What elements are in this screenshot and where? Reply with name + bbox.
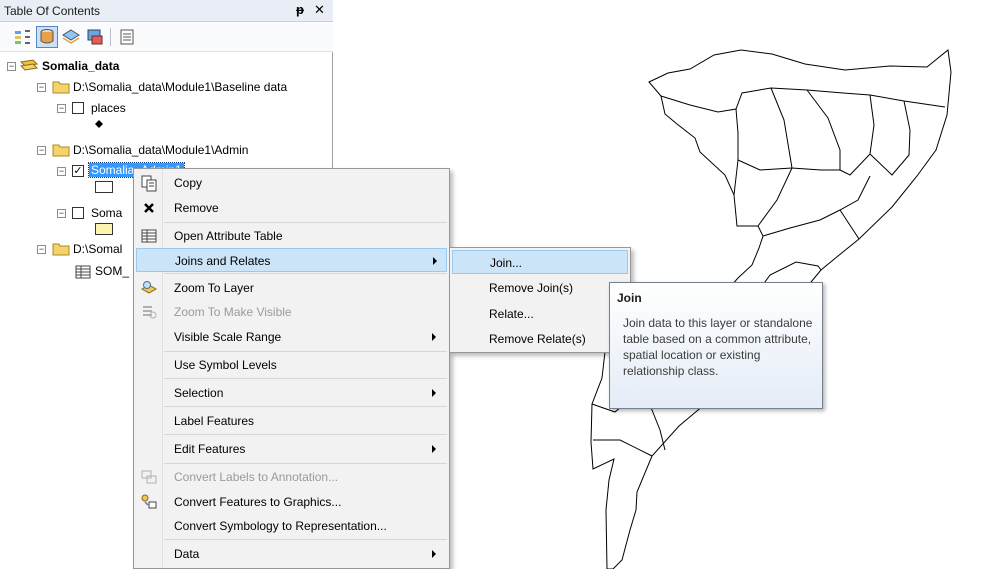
submenu-item-join[interactable]: Join... xyxy=(452,250,628,274)
menu-separator xyxy=(164,406,447,407)
push-pin-icon[interactable]: ᵽ xyxy=(296,2,304,17)
submenu-arrow-icon xyxy=(433,257,437,265)
menu-separator xyxy=(164,463,447,464)
layer-visibility-checkbox[interactable]: ✓ xyxy=(72,165,84,177)
layer-context-menu: Copy Remove Open Attribute Table Joins a… xyxy=(133,168,450,569)
menu-item-label: Edit Features xyxy=(174,442,246,456)
attribute-table-icon xyxy=(141,229,157,243)
toc-toolbar xyxy=(0,22,333,52)
convert-features-icon xyxy=(141,494,157,509)
submenu-arrow-icon xyxy=(432,445,436,453)
menu-item-label: Convert Features to Graphics... xyxy=(174,495,342,509)
list-by-visibility-icon[interactable] xyxy=(60,26,82,48)
toolbar-separator xyxy=(110,28,111,46)
collapse-toggle[interactable]: − xyxy=(37,146,46,155)
menu-item-label: Open Attribute Table xyxy=(174,229,283,243)
submenu-item-label: Remove Relate(s) xyxy=(489,332,586,346)
menu-item-label: Convert Labels to Annotation... xyxy=(174,470,339,484)
menu-item-label: Convert Symbology to Representation... xyxy=(174,519,387,533)
menu-separator xyxy=(164,222,447,223)
zoom-to-make-visible-icon xyxy=(143,306,157,319)
folder-icon xyxy=(52,81,70,94)
collapse-toggle[interactable]: − xyxy=(57,167,66,176)
menu-item-label: Joins and Relates xyxy=(175,254,271,268)
menu-item-convert-symbology-to-representation[interactable]: Convert Symbology to Representation... xyxy=(136,514,447,538)
submenu-item-label: Relate... xyxy=(489,307,534,321)
layer-visibility-checkbox[interactable] xyxy=(72,102,84,114)
close-icon[interactable]: ✕ xyxy=(314,2,325,18)
menu-item-copy[interactable]: Copy xyxy=(136,171,447,195)
layer-visibility-checkbox[interactable] xyxy=(72,207,84,219)
menu-item-visible-scale-range[interactable]: Visible Scale Range xyxy=(136,325,447,349)
convert-labels-icon xyxy=(141,470,157,484)
join-tooltip: Join Join data to this layer or standalo… xyxy=(609,282,823,409)
collapse-toggle[interactable]: − xyxy=(57,209,66,218)
toc-title: Table Of Contents xyxy=(4,4,101,18)
menu-item-remove[interactable]: Remove xyxy=(136,196,447,220)
menu-item-zoom-to-layer[interactable]: Zoom To Layer xyxy=(136,276,447,300)
tooltip-body: Join data to this layer or standalone ta… xyxy=(623,316,813,378)
submenu-item-label: Join... xyxy=(490,256,523,270)
menu-item-convert-features-to-graphics[interactable]: Convert Features to Graphics... xyxy=(136,490,447,514)
folder-path-label[interactable]: D:\Somalia_data\Module1\Admin xyxy=(73,143,248,157)
table-label[interactable]: SOM_ xyxy=(95,264,129,278)
menu-item-label: Label Features xyxy=(174,414,255,428)
menu-item-selection[interactable]: Selection xyxy=(136,381,447,405)
collapse-toggle[interactable]: − xyxy=(37,83,46,92)
submenu-item-relate[interactable]: Relate... xyxy=(452,302,628,326)
submenu-arrow-icon xyxy=(432,389,436,397)
menu-item-label: Selection xyxy=(174,386,224,400)
layer-label-places[interactable]: places xyxy=(91,101,126,115)
menu-item-label-features[interactable]: Label Features xyxy=(136,409,447,433)
options-icon[interactable] xyxy=(116,26,138,48)
polygon-symbol-icon xyxy=(95,223,113,235)
menu-item-data[interactable]: Data xyxy=(136,542,447,566)
tooltip-title: Join xyxy=(617,291,642,305)
folder-path-label[interactable]: D:\Somalia_data\Module1\Baseline data xyxy=(73,80,331,94)
submenu-item-remove-relates[interactable]: Remove Relate(s) xyxy=(452,327,628,351)
layer-label-admin2[interactable]: Soma xyxy=(91,206,122,220)
menu-item-convert-labels-to-annotation[interactable]: Convert Labels to Annotation... xyxy=(136,465,447,489)
menu-item-label: Use Symbol Levels xyxy=(174,358,277,372)
copy-icon xyxy=(141,175,157,192)
zoom-to-layer-icon xyxy=(140,281,158,294)
folder-path-label[interactable]: D:\Somal xyxy=(73,242,122,256)
list-by-source-icon[interactable] xyxy=(36,26,58,48)
menu-item-label: Zoom To Make Visible xyxy=(174,305,292,319)
list-by-selection-icon[interactable] xyxy=(84,26,106,48)
menu-item-label: Remove xyxy=(174,201,219,215)
polygon-symbol-icon xyxy=(95,181,113,193)
menu-separator xyxy=(164,378,447,379)
folder-icon xyxy=(52,144,70,157)
menu-separator xyxy=(164,539,447,540)
menu-item-open-attribute-table[interactable]: Open Attribute Table xyxy=(136,224,447,248)
menu-item-zoom-to-make-visible[interactable]: Zoom To Make Visible xyxy=(136,300,447,324)
submenu-item-remove-joins[interactable]: Remove Join(s) xyxy=(452,276,628,300)
menu-item-label: Visible Scale Range xyxy=(174,330,282,344)
point-symbol-icon xyxy=(95,120,103,128)
menu-separator xyxy=(164,434,447,435)
remove-icon xyxy=(144,203,154,213)
submenu-arrow-icon xyxy=(432,550,436,558)
submenu-arrow-icon xyxy=(432,333,436,341)
menu-item-joins-and-relates[interactable]: Joins and Relates xyxy=(136,248,447,272)
collapse-toggle[interactable]: − xyxy=(7,62,16,71)
toc-title-bar: Table Of Contents ᵽ ✕ xyxy=(0,0,333,22)
menu-item-label: Zoom To Layer xyxy=(174,281,254,295)
data-frame-icon xyxy=(19,59,39,71)
menu-item-use-symbol-levels[interactable]: Use Symbol Levels xyxy=(136,353,447,377)
data-frame-label[interactable]: Somalia_data xyxy=(42,59,119,73)
table-icon xyxy=(75,265,91,279)
list-by-drawing-order-icon[interactable] xyxy=(12,26,34,48)
menu-separator xyxy=(164,351,447,352)
menu-item-label: Data xyxy=(174,547,200,561)
menu-separator xyxy=(164,273,447,274)
joins-and-relates-submenu: Join... Remove Join(s) Relate... Remove … xyxy=(449,247,631,353)
menu-item-edit-features[interactable]: Edit Features xyxy=(136,437,447,461)
collapse-toggle[interactable]: − xyxy=(57,104,66,113)
collapse-toggle[interactable]: − xyxy=(37,245,46,254)
submenu-item-label: Remove Join(s) xyxy=(489,281,574,295)
menu-item-label: Copy xyxy=(174,176,203,190)
folder-icon xyxy=(52,243,70,256)
